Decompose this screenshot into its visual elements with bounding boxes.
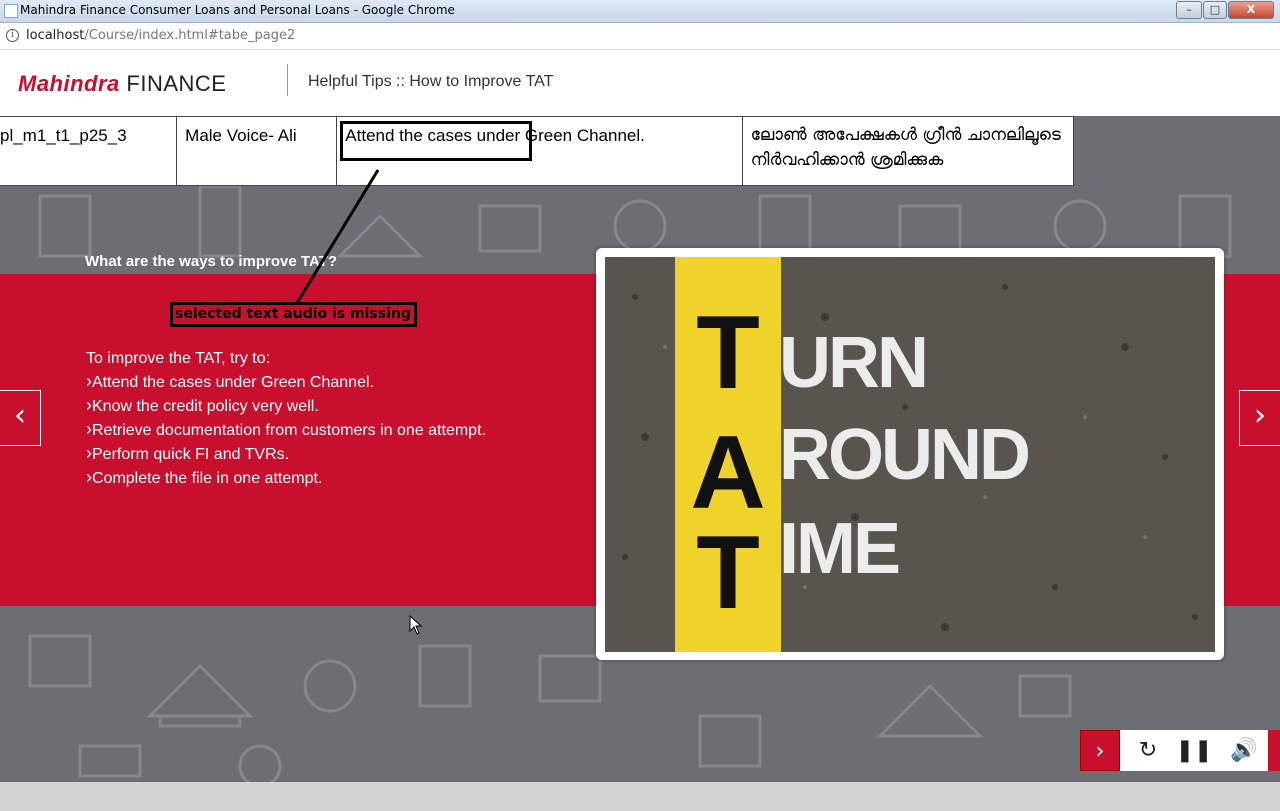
- url-host: localhost: [26, 28, 85, 43]
- tip-item: Perform quick FI and TVRs.: [86, 442, 486, 466]
- replay-icon[interactable]: ↻: [1126, 730, 1170, 771]
- slide-stage: What are the ways to improve TAT? To imp…: [0, 116, 1280, 782]
- url-path: /Course/index.html#tabe_page2: [84, 28, 296, 43]
- minimize-button[interactable]: –: [1176, 1, 1202, 19]
- slide-question: What are the ways to improve TAT?: [85, 253, 337, 270]
- player-controls: › ↻ ❚❚ 🔊: [1080, 730, 1268, 771]
- tat-image-frame: T A T URN ROUND IME: [596, 248, 1224, 660]
- maximize-button[interactable]: □: [1203, 1, 1227, 19]
- header-divider: [287, 64, 288, 96]
- mahindra-finance-logo: Mahindra FINANCE: [18, 71, 226, 97]
- next-button[interactable]: ›: [1080, 730, 1120, 771]
- table-row: pl_m1_t1_p25_3 Male Voice- Ali Attend th…: [0, 116, 1075, 186]
- tips-lead: To improve the TAT, try to:: [86, 350, 271, 367]
- highlight-box: [340, 121, 532, 161]
- url-text[interactable]: localhost/Course/index.html#tabe_page2: [26, 28, 295, 43]
- tip-item: Retrieve documentation from customers in…: [86, 418, 486, 442]
- pause-icon[interactable]: ❚❚: [1172, 730, 1216, 771]
- logo-brand: Mahindra: [18, 71, 120, 96]
- tat-image: T A T URN ROUND IME: [605, 257, 1215, 652]
- tat-letter: T: [696, 515, 760, 631]
- tat-word: URN: [779, 323, 929, 403]
- malayalam-text-cell: ലോൺ അപേക്ഷകൾ ഗ്രീൻ ചാനലിലൂടെ നിർവഹിക്കാൻ…: [741, 116, 1075, 186]
- tip-item: Complete the file in one attempt.: [86, 466, 486, 490]
- next-slide-button[interactable]: ›: [1239, 390, 1280, 446]
- page-title: Helpful Tips :: How to Improve TAT: [308, 73, 554, 90]
- window-title: Mahindra Finance Consumer Loans and Pers…: [20, 3, 455, 17]
- page-footer-space: [0, 782, 1280, 811]
- annotation-note: selected text audio is missing: [170, 302, 417, 327]
- info-icon[interactable]: i: [6, 29, 19, 42]
- voice-cell: Male Voice- Ali: [176, 116, 338, 186]
- course-header: Mahindra FINANCE Helpful Tips :: How to …: [0, 50, 1280, 116]
- prev-slide-button[interactable]: ‹: [0, 390, 41, 446]
- tat-word: ROUND: [779, 415, 1031, 495]
- logo-suffix: FINANCE: [126, 71, 227, 96]
- review-table: pl_m1_t1_p25_3 Male Voice- Ali Attend th…: [0, 116, 1075, 186]
- tip-item: Know the credit policy very well.: [86, 394, 486, 418]
- mouse-cursor-icon: [409, 615, 423, 635]
- tat-word: IME: [779, 509, 901, 589]
- volume-icon[interactable]: 🔊: [1220, 730, 1268, 771]
- address-bar[interactable]: i localhost/Course/index.html#tabe_page2: [0, 23, 1280, 50]
- close-button[interactable]: X: [1228, 1, 1274, 19]
- screen-id-cell: pl_m1_t1_p25_3: [0, 116, 178, 186]
- tat-letter: T: [696, 295, 760, 411]
- browser-titlebar: Mahindra Finance Consumer Loans and Pers…: [0, 0, 1280, 23]
- controls-edge: [1268, 730, 1280, 771]
- tat-letter: A: [690, 415, 766, 531]
- tips-list: To improve the TAT, try to: Attend the c…: [86, 347, 486, 490]
- chrome-icon: [4, 4, 18, 18]
- tip-item: Attend the cases under Green Channel.: [86, 370, 486, 394]
